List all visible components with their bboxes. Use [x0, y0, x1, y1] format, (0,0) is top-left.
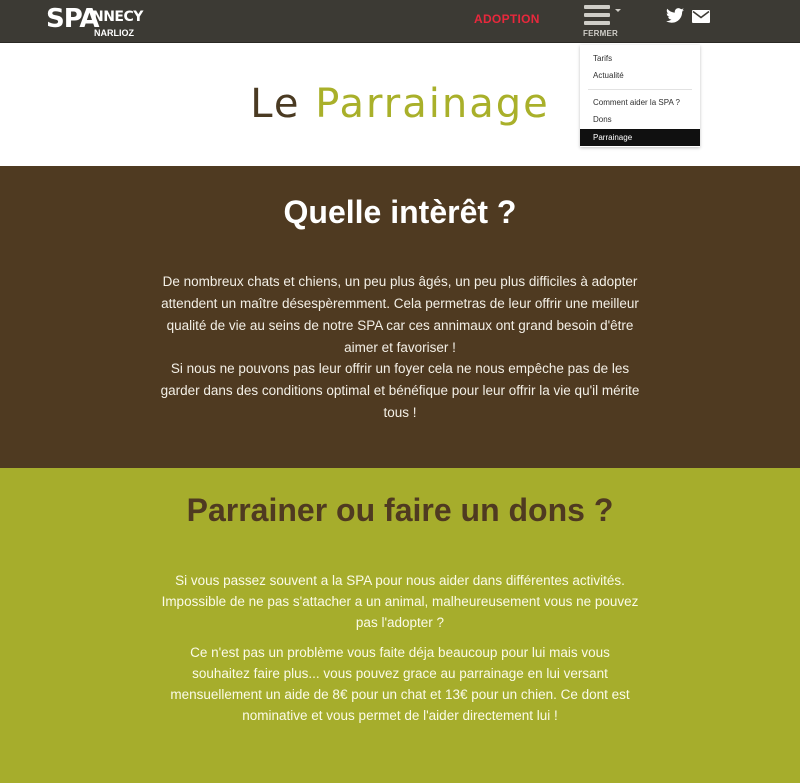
page-title-prefix: Le	[250, 81, 316, 127]
twitter-icon[interactable]	[666, 8, 684, 23]
section-dons: Parrainer ou faire un dons ? Si vous pas…	[0, 468, 800, 783]
logo-side-text: NNECY	[92, 9, 143, 25]
site-logo[interactable]: SPA NNECY NARLIOZ	[44, 4, 143, 68]
logo-main-text: SPA	[46, 4, 100, 34]
menu-item-dons[interactable]: Dons	[580, 111, 700, 128]
mail-icon[interactable]	[692, 10, 710, 23]
section-interet-heading: Quelle intèrêt ?	[283, 194, 517, 230]
menu-toggle-button[interactable]: FERMER	[582, 2, 626, 40]
menu-toggle-label: FERMER	[583, 29, 618, 38]
menu-item-comment-aider[interactable]: Comment aider la SPA ?	[580, 94, 700, 111]
section-interet-paragraph-2: Si nous ne pouvons pas leur offrir un fo…	[160, 361, 640, 420]
section-interet-paragraph-1: De nombreux chats et chiens, un peu plus…	[161, 274, 639, 355]
hamburger-icon	[584, 5, 621, 25]
menu-divider	[588, 89, 692, 90]
pets-logo-icon	[63, 47, 130, 68]
page-title-accent: Parrainage	[315, 81, 550, 127]
section-interet: Quelle intèrêt ? De nombreux chats et ch…	[0, 166, 800, 468]
menu-item-actualite[interactable]: Actualité	[580, 67, 700, 84]
menu-item-parrainage[interactable]: Parrainage	[580, 129, 700, 146]
nav-adoption-link[interactable]: ADOPTION	[474, 12, 540, 26]
navigation-dropdown: Tarifs Actualité Comment aider la SPA ? …	[580, 45, 700, 147]
section-dons-paragraph-1: Si vous passez souvent a la SPA pour nou…	[161, 573, 639, 630]
section-dons-paragraph-2: Ce n'est pas un problème vous faite déja…	[170, 645, 630, 723]
menu-item-tarifs[interactable]: Tarifs	[580, 50, 700, 67]
section-dons-heading: Parrainer ou faire un dons ?	[186, 492, 614, 528]
